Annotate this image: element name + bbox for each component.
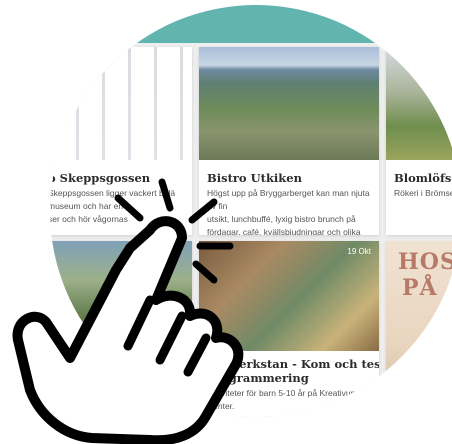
event-date-badge: 19 Okt: [347, 247, 371, 256]
poster-text-line: PÅ: [402, 275, 438, 301]
card-image: [199, 47, 379, 160]
card-blomlofs-rokeri[interactable]: Blomlöfs Rök Rökeri i Brömsebro: [386, 47, 452, 235]
card-description: Rökeri i Brömsebro: [394, 188, 452, 198]
header-band: [50, 5, 452, 43]
card-image: [50, 47, 192, 160]
poster-text-line: HOS: [398, 249, 452, 275]
card-image: [386, 47, 452, 160]
tap-hand-icon: [12, 216, 244, 444]
card-poster[interactable]: HOS PÅ: [386, 241, 452, 417]
card-title: Blomlöfs Rök: [394, 171, 452, 185]
